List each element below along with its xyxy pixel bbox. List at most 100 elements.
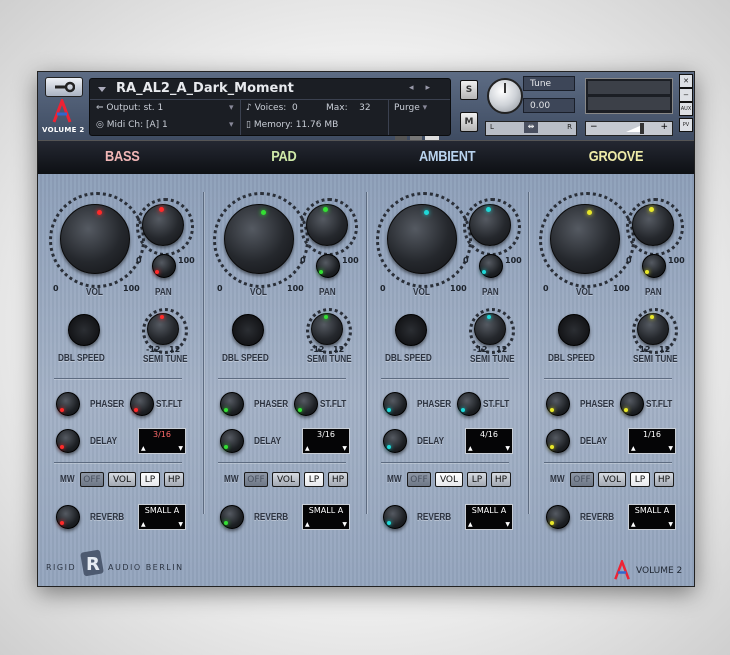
volume-plus-icon[interactable]: +	[660, 122, 668, 132]
down-arrow-icon[interactable]: ▼	[668, 522, 673, 528]
ambient-dbl-speed-button[interactable]	[395, 314, 427, 346]
bass-mw-lp-button[interactable]: LP	[140, 472, 160, 487]
solo-button[interactable]: S	[460, 80, 478, 100]
pad-reverb-knob[interactable]	[220, 505, 244, 529]
pan-slider[interactable]: L ⇹ R	[485, 121, 577, 136]
pad-vol-knob[interactable]	[224, 204, 294, 274]
bass-vol-knob[interactable]	[60, 204, 130, 274]
bass-stflt-knob[interactable]	[130, 392, 154, 416]
pad-pan-knob[interactable]	[316, 254, 340, 278]
down-arrow-icon[interactable]: ▼	[178, 446, 183, 452]
groove-mw-vol-button[interactable]: VOL	[598, 472, 626, 487]
tab-bass[interactable]: BASS	[105, 148, 140, 165]
up-arrow-icon[interactable]: ▲	[305, 522, 310, 528]
pad-delay-time-display[interactable]: 3/16 ▲ ▼	[302, 428, 350, 454]
tab-ambient[interactable]: AMBIENT	[419, 148, 476, 165]
volume-minus-icon[interactable]: −	[590, 122, 598, 132]
ambient-phaser-knob[interactable]	[383, 392, 407, 416]
bass-reverb-knob[interactable]	[56, 505, 80, 529]
volume-slider[interactable]: − +	[585, 121, 673, 136]
max-value[interactable]: 32	[359, 103, 370, 113]
pad-phaser-knob[interactable]	[220, 392, 244, 416]
ambient-pan-knob[interactable]	[479, 254, 503, 278]
groove-vol-knob[interactable]	[550, 204, 620, 274]
groove-mw-off-button[interactable]: OFF	[570, 472, 594, 487]
minimize-icon[interactable]: −	[679, 88, 693, 102]
ambient-mw-lp-button[interactable]: LP	[467, 472, 487, 487]
up-arrow-icon[interactable]: ▲	[468, 522, 473, 528]
groove-delay-knob[interactable]	[546, 429, 570, 453]
dropdown-triangle-icon[interactable]	[98, 87, 106, 92]
groove-delay-time-display[interactable]: 1/16 ▲ ▼	[628, 428, 676, 454]
wrench-icon[interactable]	[45, 77, 83, 97]
mute-button[interactable]: M	[460, 112, 478, 132]
groove-pan-knob[interactable]	[642, 254, 666, 278]
ambient-reverb-knob[interactable]	[383, 505, 407, 529]
bass-mw-vol-button[interactable]: VOL	[108, 472, 136, 487]
groove-dbl-speed-button[interactable]	[558, 314, 590, 346]
up-arrow-icon[interactable]: ▲	[468, 446, 473, 452]
purge-menu[interactable]: Purge	[394, 103, 420, 113]
groove-reverb-type-display[interactable]: SMALL A ▲ ▼	[628, 504, 676, 530]
pad-stflt-knob[interactable]	[294, 392, 318, 416]
prev-next-arrows-icon[interactable]: ◂▸	[409, 83, 442, 93]
ambient-reverb-type-display[interactable]: SMALL A ▲ ▼	[465, 504, 513, 530]
ambient-mw-vol-button[interactable]: VOL	[435, 472, 463, 487]
pan-handle-icon[interactable]: ⇹	[524, 122, 538, 133]
tab-groove[interactable]: GROOVE	[589, 148, 644, 165]
pad-reverb-type-display[interactable]: SMALL A ▲ ▼	[302, 504, 350, 530]
ambient-vol-knob[interactable]	[387, 204, 457, 274]
purge-dropdown-icon[interactable]: ▾	[423, 103, 428, 113]
groove-reverb-label: REVERB	[580, 512, 615, 523]
bass-mw-off-button[interactable]: OFF	[80, 472, 104, 487]
midi-dropdown-icon[interactable]: ▾	[229, 120, 234, 130]
bass-delay-time-display[interactable]: 3/16 ▲ ▼	[138, 428, 186, 454]
close-icon[interactable]: ✕	[679, 74, 693, 88]
output-value[interactable]: st. 1	[144, 103, 164, 113]
down-arrow-icon[interactable]: ▼	[505, 522, 510, 528]
bass-dbl-speed-button[interactable]	[68, 314, 100, 346]
up-arrow-icon[interactable]: ▲	[141, 446, 146, 452]
down-arrow-icon[interactable]: ▼	[342, 522, 347, 528]
bass-pan-knob[interactable]	[152, 254, 176, 278]
groove-mw-hp-button[interactable]: HP	[654, 472, 674, 487]
ambient-delay-knob[interactable]	[383, 429, 407, 453]
tune-knob[interactable]	[487, 78, 523, 114]
pad-mw-vol-button[interactable]: VOL	[272, 472, 300, 487]
bass-mw-hp-button[interactable]: HP	[164, 472, 184, 487]
ambient-reverb-led	[387, 521, 391, 525]
bass-delay-knob[interactable]	[56, 429, 80, 453]
pv-button[interactable]: PV	[679, 118, 693, 132]
down-arrow-icon[interactable]: ▼	[178, 522, 183, 528]
up-arrow-icon[interactable]: ▲	[305, 446, 310, 452]
bass-reverb-type-display[interactable]: SMALL A ▲ ▼	[138, 504, 186, 530]
down-arrow-icon[interactable]: ▼	[505, 446, 510, 452]
down-arrow-icon[interactable]: ▼	[342, 446, 347, 452]
up-arrow-icon[interactable]: ▲	[141, 522, 146, 528]
ambient-mw-hp-button[interactable]: HP	[491, 472, 511, 487]
pad-dbl-speed-button[interactable]	[232, 314, 264, 346]
ambient-mw-off-button[interactable]: OFF	[407, 472, 431, 487]
ambient-stflt-knob[interactable]	[457, 392, 481, 416]
down-arrow-icon[interactable]: ▼	[668, 446, 673, 452]
midi-value[interactable]: [A] 1	[146, 120, 168, 130]
instrument-name[interactable]: RA_AL2_A_Dark_Moment	[116, 81, 294, 96]
pad-mw-off-button[interactable]: OFF	[244, 472, 268, 487]
groove-phaser-knob[interactable]	[546, 392, 570, 416]
output-dropdown-icon[interactable]: ▾	[229, 103, 234, 113]
ambient-vol-min: 0	[380, 284, 386, 293]
volume-handle[interactable]	[640, 123, 644, 134]
bass-phaser-knob[interactable]	[56, 392, 80, 416]
pad-delay-knob[interactable]	[220, 429, 244, 453]
up-arrow-icon[interactable]: ▲	[631, 522, 636, 528]
aux-button[interactable]: AUX	[679, 102, 693, 116]
up-arrow-icon[interactable]: ▲	[631, 446, 636, 452]
pad-mw-lp-button[interactable]: LP	[304, 472, 324, 487]
groove-stflt-knob[interactable]	[620, 392, 644, 416]
tab-pad[interactable]: PAD	[271, 148, 296, 165]
pad-mw-hp-button[interactable]: HP	[328, 472, 348, 487]
ambient-delay-time-display[interactable]: 4/16 ▲ ▼	[465, 428, 513, 454]
groove-reverb-knob[interactable]	[546, 505, 570, 529]
tune-value[interactable]: 0.00	[523, 98, 575, 113]
groove-mw-lp-button[interactable]: LP	[630, 472, 650, 487]
